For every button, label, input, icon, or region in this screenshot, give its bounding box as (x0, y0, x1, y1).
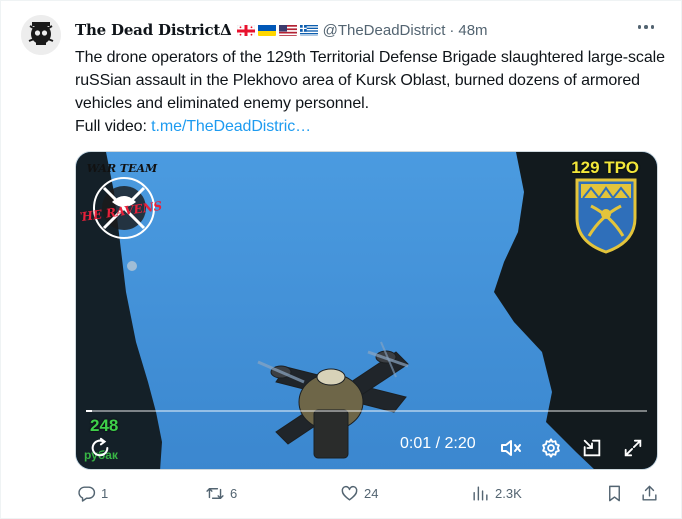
share-icon (642, 485, 657, 501)
handle[interactable]: @TheDeadDistrict (323, 22, 446, 39)
tweet-actions: 1 6 24 2.3K (75, 481, 665, 511)
logo-text-top: WAR TEAM (87, 162, 158, 175)
georgia-flag-icon (236, 24, 255, 36)
more-options-icon[interactable] (633, 17, 659, 37)
fullscreen-icon[interactable] (619, 434, 647, 462)
separator-dot: · (449, 21, 455, 39)
like-count: 24 (364, 486, 379, 501)
greece-flag-icon (299, 24, 318, 36)
reply-count: 1 (101, 486, 109, 501)
tweet-body: The drone operators of the 129th Territo… (75, 49, 665, 112)
heart-icon (341, 485, 358, 501)
like-button[interactable]: 24 (340, 484, 378, 503)
full-video-line: Full video: t.me/TheDeadDistric… (75, 115, 667, 138)
tweet-card[interactable]: The Dead DistrictΔ @TheDeadDistrict · 48… (0, 0, 682, 519)
mute-icon[interactable] (497, 434, 525, 462)
watermark-number: 248 (90, 416, 119, 435)
timestamp[interactable]: 48m (458, 22, 487, 39)
video-timecode: 0:01 / 2:20 (400, 435, 476, 452)
full-video-link[interactable]: t.me/TheDeadDistric… (151, 118, 311, 135)
avatar[interactable] (21, 15, 61, 55)
avatar-skull-icon (21, 15, 61, 55)
video-progress-bar[interactable] (86, 410, 647, 412)
video-player[interactable]: WAR TEAM THE RAVENS 129 ТРО 248 рубак 0:… (75, 151, 658, 470)
tweet-text: The drone operators of the 129th Territo… (75, 46, 667, 138)
share-button[interactable] (640, 484, 659, 503)
replay-icon[interactable] (86, 434, 114, 462)
brigade-shield-icon (571, 176, 641, 254)
display-name[interactable]: The Dead DistrictΔ (75, 21, 232, 39)
views-button[interactable]: 2.3K (471, 484, 522, 503)
full-video-label: Full video: (75, 118, 152, 135)
retweet-icon (206, 488, 224, 499)
brigade-badge-text: 129 ТРО (571, 158, 639, 177)
picture-in-picture-icon[interactable] (578, 434, 606, 462)
bookmark-icon (609, 485, 620, 502)
ukraine-flag-icon (257, 24, 276, 36)
bookmark-button[interactable] (605, 484, 624, 503)
usa-flag-icon (278, 24, 297, 36)
retweet-button[interactable]: 6 (205, 484, 237, 503)
reply-icon (78, 486, 96, 502)
views-count: 2.3K (495, 486, 522, 501)
settings-gear-icon[interactable] (537, 434, 565, 462)
tweet-header: The Dead DistrictΔ @TheDeadDistrict · 48… (75, 21, 488, 39)
retweet-count: 6 (230, 486, 238, 501)
reply-button[interactable]: 1 (77, 484, 108, 503)
video-progress-fill (86, 410, 92, 412)
views-chart-icon (473, 486, 488, 501)
war-team-ravens-logo: WAR TEAM THE RAVENS (76, 154, 166, 250)
